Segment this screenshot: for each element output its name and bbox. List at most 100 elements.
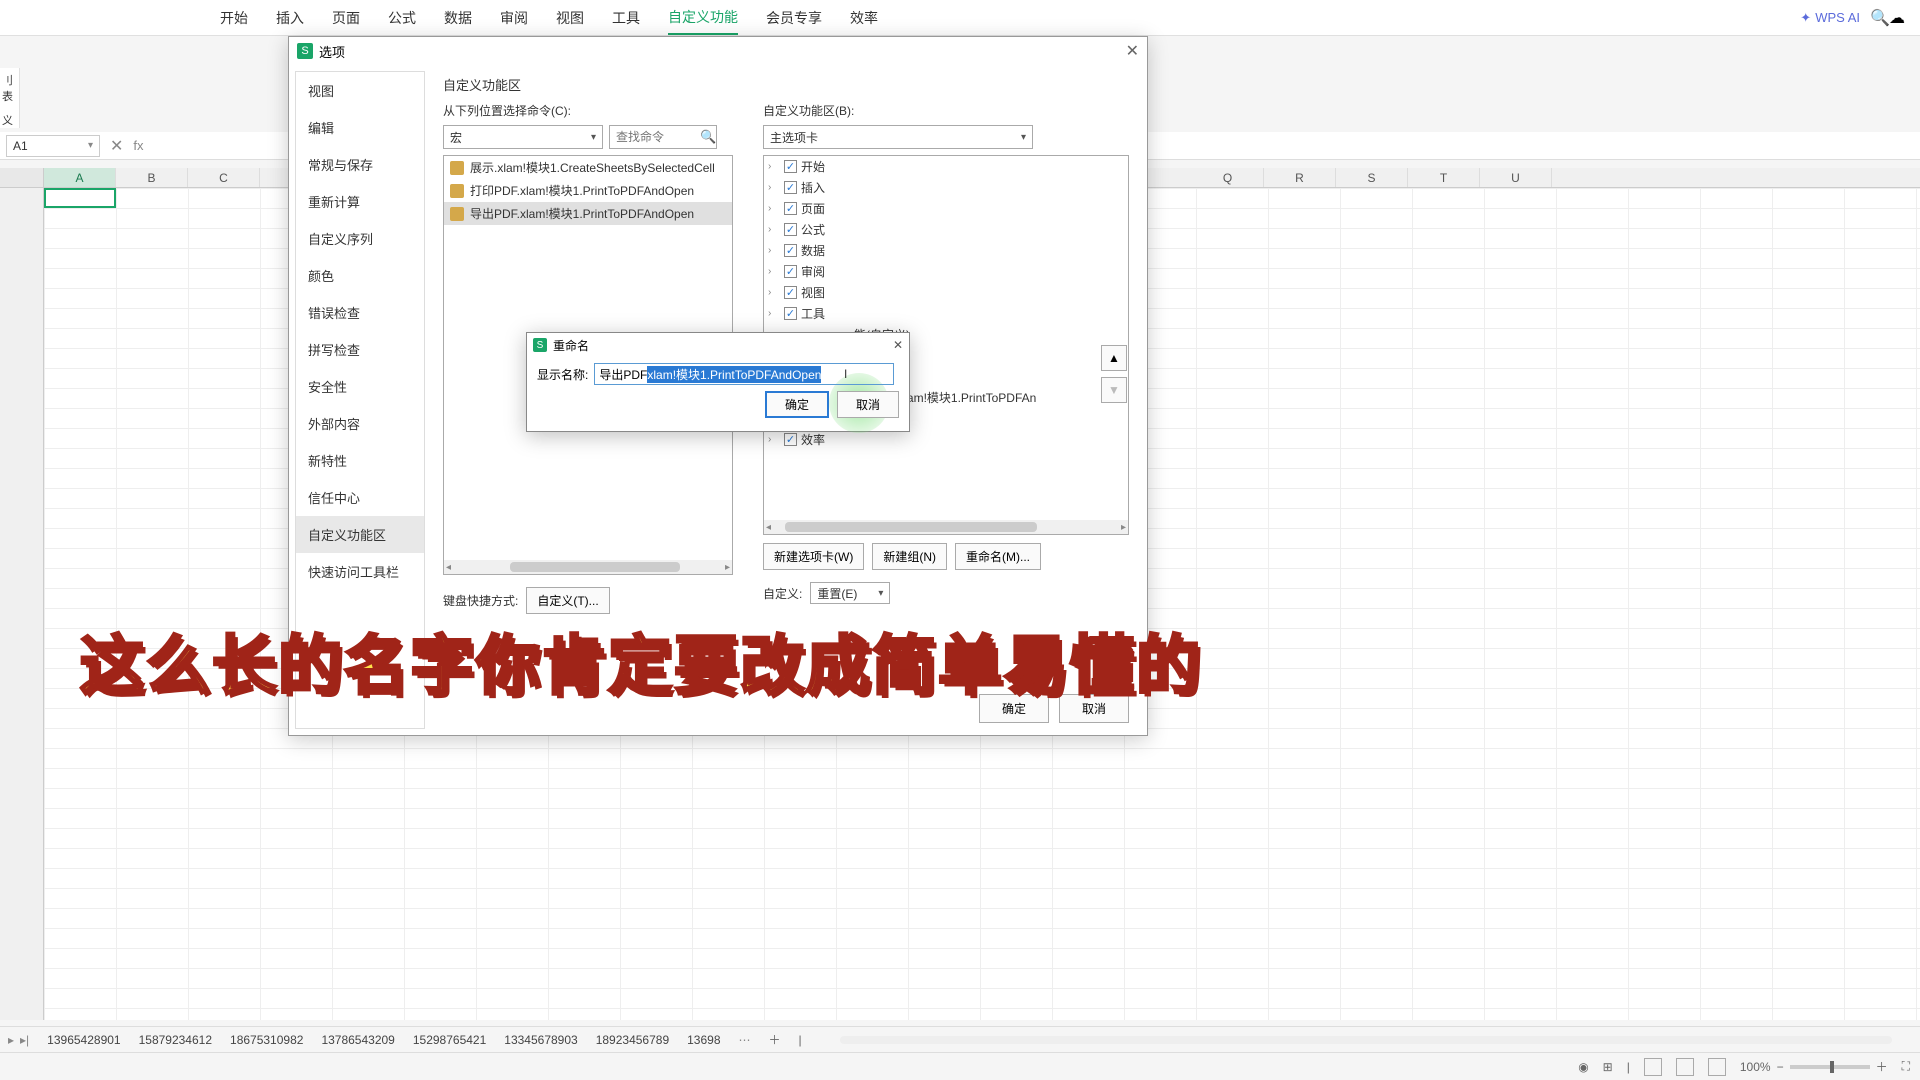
col-R[interactable]: R [1264,168,1336,187]
opt-custom-seq[interactable]: 自定义序列 [296,220,424,257]
sheet-prev-icon[interactable]: ▸ [8,1033,14,1047]
checkbox[interactable]: ✓ [784,307,797,320]
reset-combo[interactable]: 重置(E)▾ [810,582,890,604]
sheet-tab[interactable]: 13965428901 [47,1033,120,1047]
command-category-combo[interactable]: 宏▾ [443,125,603,149]
tab-tools[interactable]: 工具 [612,2,640,34]
select-all-corner[interactable] [0,168,44,187]
move-down-button[interactable]: ▼ [1101,377,1127,403]
tree-item[interactable]: 插入 [801,179,825,196]
customize-shortcut-button[interactable]: 自定义(T)... [526,587,609,614]
col-C[interactable]: C [188,168,260,187]
ribbon-target-combo[interactable]: 主选项卡▾ [763,125,1033,149]
col-A[interactable]: A [44,168,116,187]
opt-edit[interactable]: 编辑 [296,109,424,146]
tab-custom[interactable]: 自定义功能 [668,1,738,35]
expand-icon[interactable]: › [768,203,780,214]
expand-icon[interactable]: › [768,182,780,193]
move-up-button[interactable]: ▲ [1101,345,1127,371]
add-sheet-icon[interactable]: ＋ [769,1031,781,1048]
wps-ai-button[interactable]: ✦ WPS AI [1800,10,1860,26]
eye-icon[interactable]: ◉ [1578,1060,1588,1074]
checkbox[interactable]: ✓ [784,160,797,173]
sheet-nav[interactable]: ▸ ▸| [8,1033,29,1047]
cmd-item-2[interactable]: 导出PDF.xlam!模块1.PrintToPDFAndOpen [470,205,694,222]
opt-view[interactable]: 视图 [296,72,424,109]
tab-review[interactable]: 审阅 [500,2,528,34]
search-commands-input[interactable] [616,130,696,144]
grid-toggle-icon[interactable]: ⊞ [1603,1060,1613,1074]
col-S[interactable]: S [1336,168,1408,187]
zoom-control[interactable]: 100% − ＋ [1740,1058,1888,1075]
sheet-tab[interactable]: 15298765421 [413,1033,486,1047]
more-sheets-icon[interactable]: ⋯ [739,1033,751,1047]
tree-item[interactable]: 数据 [801,242,825,259]
checkbox[interactable]: ✓ [784,286,797,299]
sheet-h-scrollbar[interactable] [840,1036,1892,1044]
expand-icon[interactable]: › [768,224,780,235]
sheet-tab[interactable]: 13698 [687,1033,720,1047]
tree-item[interactable]: 开始 [801,158,825,175]
zoom-in-icon[interactable]: ＋ [1876,1058,1888,1075]
display-name-input[interactable]: 导出PDFxlam!模块1.PrintToPDFAndOpen I [594,363,894,385]
tree-item[interactable]: 审阅 [801,263,825,280]
tree-item[interactable]: 页面 [801,200,825,217]
sheet-tab[interactable]: 13786543209 [321,1033,394,1047]
sheet-tab[interactable]: 18675310982 [230,1033,303,1047]
tab-start[interactable]: 开始 [220,2,248,34]
col-U[interactable]: U [1480,168,1552,187]
checkbox[interactable]: ✓ [784,223,797,236]
sheet-tab[interactable]: 15879234612 [139,1033,212,1047]
opt-trust[interactable]: 信任中心 [296,479,424,516]
checkbox[interactable]: ✓ [784,433,797,446]
tree-item[interactable]: 公式 [801,221,825,238]
row-headers[interactable] [0,188,44,1020]
cmd-item-1[interactable]: 打印PDF.xlam!模块1.PrintToPDFAndOpen [470,182,694,199]
close-icon[interactable]: ✕ [893,338,903,352]
tree-h-scrollbar[interactable]: ◂▸ [764,520,1128,534]
opt-error[interactable]: 错误检查 [296,294,424,331]
zoom-out-icon[interactable]: − [1777,1060,1784,1074]
col-Q[interactable]: Q [1192,168,1264,187]
fx-icon[interactable]: fx [133,138,143,153]
strip-item-1[interactable]: 刂表 [2,72,17,104]
tab-member[interactable]: 会员专享 [766,2,822,34]
tree-item[interactable]: 工具 [801,305,825,322]
search-icon[interactable]: 🔍 [1870,8,1890,28]
tab-view[interactable]: 视图 [556,2,584,34]
opt-custom-ribbon[interactable]: 自定义功能区 [296,516,424,553]
checkbox[interactable]: ✓ [784,181,797,194]
rename-ok-button[interactable]: 确定 [765,391,829,418]
sheet-last-icon[interactable]: ▸| [20,1033,29,1047]
page-layout-icon[interactable] [1676,1058,1694,1076]
zoom-slider[interactable] [1790,1065,1870,1069]
rename-button[interactable]: 重命名(M)... [955,543,1041,570]
tab-page[interactable]: 页面 [332,2,360,34]
opt-spell[interactable]: 拼写检查 [296,331,424,368]
cancel-fx-icon[interactable]: ✕ [110,136,123,156]
expand-icon[interactable]: › [768,266,780,277]
cmd-item-0[interactable]: 展示.xlam!模块1.CreateSheetsBySelectedCell [470,159,715,176]
tree-item[interactable]: 效率 [801,431,825,448]
sheet-tab[interactable]: 18923456789 [596,1033,669,1047]
tab-insert[interactable]: 插入 [276,2,304,34]
new-group-button[interactable]: 新建组(N) [872,543,947,570]
strip-item-2[interactable]: 义 [2,112,17,128]
checkbox[interactable]: ✓ [784,244,797,257]
col-B[interactable]: B [116,168,188,187]
rename-cancel-button[interactable]: 取消 [837,391,899,418]
sheet-tab[interactable]: 13345678903 [504,1033,577,1047]
checkbox[interactable]: ✓ [784,265,797,278]
opt-security[interactable]: 安全性 [296,368,424,405]
tab-formula[interactable]: 公式 [388,2,416,34]
opt-general[interactable]: 常规与保存 [296,146,424,183]
tab-efficiency[interactable]: 效率 [850,2,878,34]
search-commands-box[interactable]: 🔍 [609,125,717,149]
expand-icon[interactable]: › [768,308,780,319]
opt-newfeat[interactable]: 新特性 [296,442,424,479]
name-box[interactable]: A1▾ [6,135,100,157]
tree-item[interactable]: 视图 [801,284,825,301]
new-tab-button[interactable]: 新建选项卡(W) [763,543,864,570]
expand-icon[interactable]: › [768,245,780,256]
tab-data[interactable]: 数据 [444,2,472,34]
